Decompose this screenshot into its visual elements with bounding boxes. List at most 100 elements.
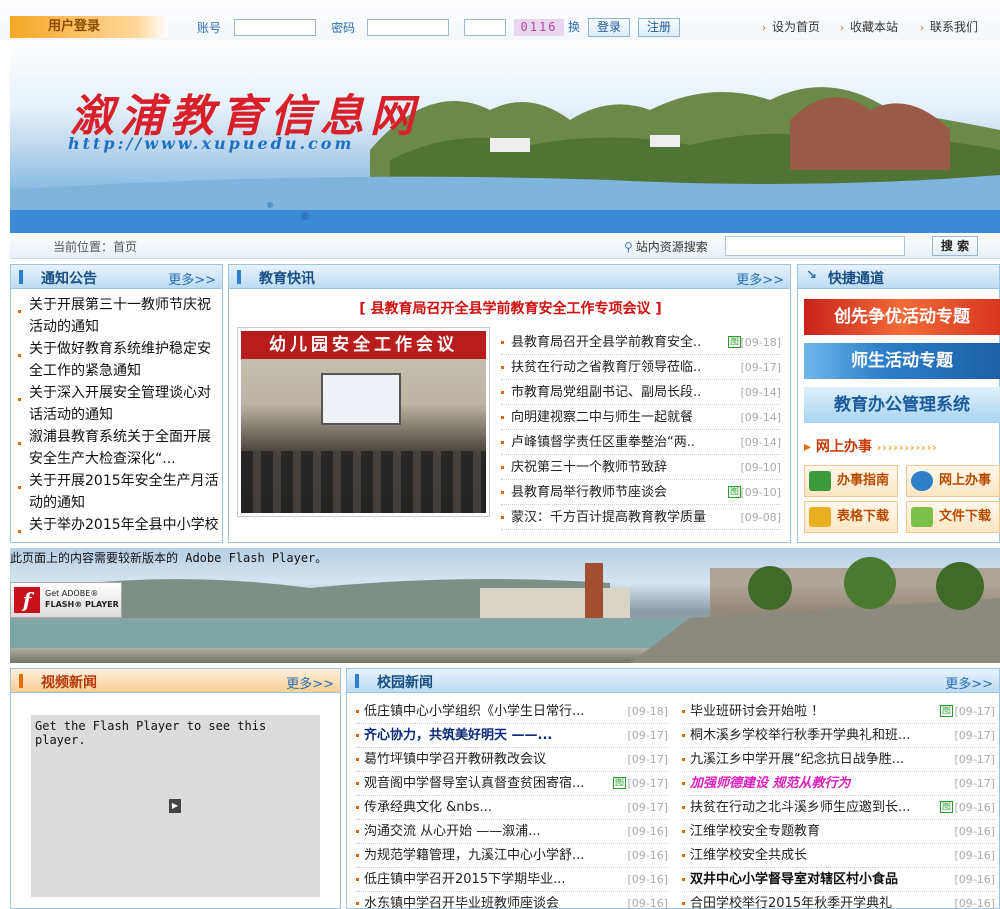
notice-item[interactable]: 关于开展第三十一教师节庆祝活动的通知 [11, 294, 222, 338]
search-button[interactable]: 搜 索 [932, 236, 978, 256]
download-icon [911, 507, 933, 527]
online-service-heading: ▸ 网上办事 ››››››››››› [804, 439, 938, 455]
arrow-right-icon: › [762, 23, 766, 34]
header-bar-icon [237, 270, 241, 284]
video-news-more-link[interactable]: 更多>> [286, 673, 334, 692]
login-button[interactable]: 登录 [588, 18, 630, 37]
notice-item[interactable]: 关于举办2015年全县中小学校 [11, 514, 222, 536]
news-item[interactable]: 县教育局举行教师节座谈会图 [09-10] [501, 480, 781, 505]
news-item[interactable]: 低庄镇中学召开2015下学期毕业... [09-16] [356, 868, 668, 892]
badge-text-1: Get ADOBE® [45, 589, 99, 598]
notice-item[interactable]: 溆浦县教育系统关于全面开展安全生产大检查深化“... [11, 426, 222, 470]
notice-more-link[interactable]: 更多>> [168, 269, 216, 288]
form-download-button[interactable]: 表格下载 [804, 501, 898, 533]
news-item[interactable]: 江维学校安全共成长 [09-16] [682, 844, 995, 868]
edu-news-title: 教育快讯 [259, 271, 315, 287]
arrow-right-icon: ▸ [804, 439, 812, 455]
bookmark-link[interactable]: › 收藏本站 [840, 18, 898, 35]
news-item[interactable]: 桐木溪乡学校举行秋季开学典礼和班... [09-17] [682, 724, 995, 748]
captcha-refresh-link[interactable]: 换 [568, 18, 580, 35]
campus-news-header: 校园新闻 更多>> [347, 669, 999, 693]
arrow-right-icon: › [920, 23, 924, 34]
quick-channel-header: ↘ 快捷通道 [798, 265, 999, 289]
banner-link-office-system[interactable]: 教育办公管理系统 [804, 387, 1000, 423]
header-bar-icon [19, 270, 23, 284]
folder-icon [809, 507, 831, 527]
news-item[interactable]: 九溪江乡中学开展“纪念抗日战争胜... [09-17] [682, 748, 995, 772]
image-icon: 图 [728, 486, 741, 498]
video-news-title: 视频新闻 [41, 675, 97, 691]
news-item[interactable]: 沟通交流 从心开始 ——溆浦... [09-16] [356, 820, 668, 844]
news-item[interactable]: 为规范学籍管理，九溪江中心小学舒... [09-16] [356, 844, 668, 868]
notice-item[interactable]: 关于深入开展安全管理谈心对话活动的通知 [11, 382, 222, 426]
notice-item[interactable]: 关于开展2015年安全生产月活动的通知 [11, 470, 222, 514]
video-player[interactable]: Get the Flash Player to see this player.… [31, 715, 320, 897]
video-flash-message: Get the Flash Player to see this player. [35, 719, 267, 747]
news-item[interactable]: 加强师德建设 规范从教行为 [09-17] [682, 772, 995, 796]
notice-header: 通知公告 更多>> [11, 265, 222, 289]
arrows-decoration-icon: ››››››››››› [876, 441, 938, 454]
news-item[interactable]: 向明建视察二中与师生一起就餐 [09-14] [501, 405, 781, 430]
campus-news-title: 校园新闻 [377, 675, 433, 691]
image-icon: 图 [940, 705, 953, 717]
photo-caption: 幼儿园安全工作会议 [241, 331, 486, 359]
news-item[interactable]: 市教育局党组副书记、副局长段.. [09-14] [501, 380, 781, 405]
login-title: 用户登录 [10, 16, 168, 38]
news-item[interactable]: 卢峰镇督学责任区重拳整治“两.. [09-14] [501, 430, 781, 455]
news-item[interactable]: 毕业班研讨会开始啦 ！图 [09-17] [682, 700, 995, 724]
guide-button[interactable]: 办事指南 [804, 465, 898, 497]
site-banner: 溆浦教育信息网 http://www.xupuedu.com [10, 40, 1000, 233]
banner-link-innovation[interactable]: 创先争优活动专题 [804, 299, 1000, 335]
arrow-down-right-icon: ↘ [806, 268, 817, 283]
password-input[interactable] [367, 19, 449, 36]
search-input[interactable] [725, 236, 905, 256]
news-item[interactable]: 江维学校安全专题教育 [09-16] [682, 820, 995, 844]
globe-icon [911, 471, 933, 491]
news-item[interactable]: 扶贫在行动之北斗溪乡师生应邀到长... 图 [09-16] [682, 796, 995, 820]
news-item[interactable]: 蒙汉：千方百计提高教育教学质量 [09-08] [501, 505, 781, 530]
breadcrumb: 当前位置：首页 [53, 240, 138, 254]
set-homepage-link[interactable]: › 设为首页 [762, 18, 820, 35]
image-icon: 图 [728, 336, 741, 348]
notice-title: 通知公告 [41, 271, 97, 287]
news-photo[interactable]: 幼儿园安全工作会议 [237, 327, 490, 517]
campus-news-right-list: 毕业班研讨会开始啦 ！图 [09-17] 桐木溪乡学校举行秋季开学典礼和班...[… [682, 700, 995, 909]
news-item[interactable]: 合田学校举行2015年秋季开学典礼 [09-16] [682, 892, 995, 909]
get-flash-badge[interactable]: f Get ADOBE® FLASH® PLAYER [10, 582, 122, 618]
edu-news-more-link[interactable]: 更多>> [736, 269, 784, 288]
banner-link-activities[interactable]: 师生活动专题 [804, 343, 1000, 379]
account-label: 账号 [197, 21, 222, 35]
header-bar-icon [19, 674, 23, 688]
captcha-image[interactable]: 0116 [514, 19, 564, 36]
register-button[interactable]: 注册 [638, 18, 680, 37]
video-news-header: 视频新闻 更多>> [11, 669, 340, 693]
online-service-button[interactable]: 网上办事 [906, 465, 1000, 497]
campus-news-left-list: 低庄镇中心小学组织《小学生日常行... [09-18] 齐心协力，共筑美好明天 —… [356, 700, 668, 909]
news-item[interactable]: 低庄镇中心小学组织《小学生日常行... [09-18] [356, 700, 668, 724]
news-item[interactable]: 庆祝第三十一个教师节致辞 [09-10] [501, 455, 781, 480]
account-input[interactable] [234, 19, 316, 36]
news-item[interactable]: 县教育局召开全县学前教育安全.. 图 [09-18] [501, 330, 781, 355]
news-item[interactable]: 扶贫在行动之省教育厅领导莅临.. [09-17] [501, 355, 781, 380]
plugin-icon: ▶ [169, 799, 181, 813]
notice-panel: 通知公告 更多>> 关于开展第三十一教师节庆祝活动的通知 关于做好教育系统维护稳… [10, 264, 223, 543]
site-logo-url: http://www.xupuedu.com [68, 134, 355, 153]
search-label: ⚲ 站内资源搜索 [624, 240, 708, 254]
badge-text-2: FLASH® PLAYER [45, 600, 119, 609]
headline-link[interactable]: [ 县教育局召开全县学前教育安全工作专项会议 ] [229, 298, 792, 318]
news-item[interactable]: 双井中心小学督导室对辖区村小食品 [09-16] [682, 868, 995, 892]
campus-news-more-link[interactable]: 更多>> [945, 673, 993, 692]
edu-news-header: 教育快讯 更多>> [229, 265, 790, 289]
news-item[interactable]: 观音阁中学督导室认真督查贫困寄宿... 图 [09-17] [356, 772, 668, 796]
file-download-button[interactable]: 文件下载 [906, 501, 1000, 533]
captcha-input[interactable] [464, 19, 506, 36]
news-item[interactable]: 传承经典文化 &nbs... [09-17] [356, 796, 668, 820]
notice-item[interactable]: 关于做好教育系统维护稳定安全工作的紧急通知 [11, 338, 222, 382]
contact-link[interactable]: › 联系我们 [920, 18, 978, 35]
news-item[interactable]: 水东镇中学召开毕业班教师座谈会 [09-16] [356, 892, 668, 909]
image-icon: 图 [940, 801, 953, 813]
guide-icon [809, 471, 831, 491]
edu-news-list: 县教育局召开全县学前教育安全.. 图 [09-18] 扶贫在行动之省教育厅领导莅临.… [501, 330, 784, 530]
news-item[interactable]: 葛竹坪镇中学召开教研教改会议 [09-17] [356, 748, 668, 772]
news-item[interactable]: 齐心协力，共筑美好明天 ——... [09-17] [356, 724, 668, 748]
